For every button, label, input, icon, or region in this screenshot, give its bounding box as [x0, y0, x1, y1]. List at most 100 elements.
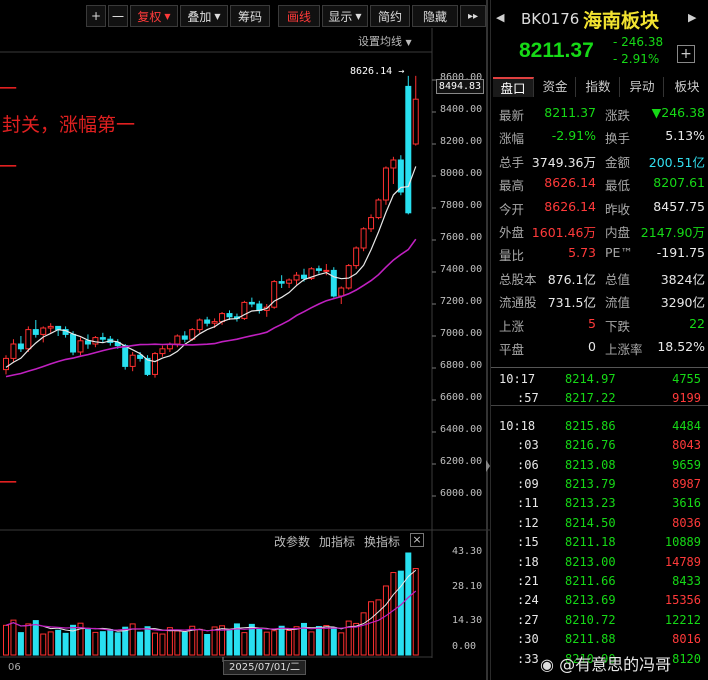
volume-bar [308, 631, 315, 656]
tick-row[interactable]: :12 8214.50 8036 [491, 514, 708, 533]
stock-code: BK0176 [521, 10, 580, 28]
tab-zhishu[interactable]: 指数 [577, 77, 620, 97]
chevron-down-icon: ▼ [164, 11, 171, 21]
price-axis-label: 7400.00 [440, 264, 483, 275]
volume-bar [137, 631, 144, 656]
stat-value: 5.13% [665, 128, 705, 144]
chevron-left-icon[interactable]: ◀ [496, 11, 504, 24]
tab-bankuai[interactable]: 板块 [665, 77, 708, 97]
candle-body [181, 335, 188, 340]
candle-body [368, 217, 375, 230]
volume-bar [144, 626, 151, 656]
tick-row[interactable]: :15 8211.18 10889 [491, 533, 708, 552]
volume-bar [323, 625, 330, 656]
volume-bar [390, 572, 397, 656]
tick-volume: 8120 [672, 651, 701, 666]
stat-label: 最高 [499, 178, 525, 194]
tick-time: :30 [517, 632, 539, 647]
volume-bar [107, 629, 114, 656]
stat-value: 1601.46万 [531, 225, 596, 240]
tick-row[interactable]: 10:18 8215.86 4484 [491, 417, 708, 436]
volume-bar [32, 620, 39, 656]
tab-zijin[interactable]: 资金 [535, 77, 576, 97]
fuquan-dropdown[interactable]: 复权 ▼ [130, 5, 178, 27]
volume-bar [271, 630, 278, 656]
stat-label: 上涨率 [605, 342, 643, 357]
kline-chart[interactable] [0, 0, 490, 680]
yincang-button[interactable]: 隐藏 [412, 5, 458, 27]
stat-label: PE™ [605, 245, 633, 261]
chouma-button[interactable]: 筹码 [230, 5, 270, 27]
tick-price: 8210.72 [565, 612, 616, 627]
candle-body [92, 337, 99, 345]
tick-time: :24 [517, 593, 539, 608]
diejia-label: 叠加 [187, 9, 212, 24]
stat-row: 涨幅 -2.91% 换手 5.13% [491, 125, 708, 148]
close-icon[interactable]: × [410, 533, 424, 547]
stock-name: 海南板块 [583, 10, 660, 32]
volume-bar [226, 629, 233, 656]
stat-row: 量比 5.73 PE™ -191.75 [491, 242, 708, 265]
zoom-in-button[interactable]: + [86, 5, 106, 27]
tab-yidong[interactable]: 异动 [621, 77, 664, 97]
tick-time: :15 [517, 535, 539, 550]
volume-bar [382, 585, 389, 656]
watermark: ◉ @有意思的冯哥 [540, 651, 671, 675]
tick-row[interactable]: 10:17 8214.97 4755 [491, 370, 708, 389]
stat-row: 总股本 876.1亿 总值 3824亿 [491, 266, 708, 289]
arrow-right-icon: → [398, 66, 405, 77]
volume-bar [256, 628, 263, 656]
tick-row[interactable]: :24 8213.69 15356 [491, 591, 708, 610]
tick-row[interactable]: :27 8210.72 12212 [491, 611, 708, 630]
tick-row[interactable]: :11 8213.23 3616 [491, 494, 708, 513]
stat-row: 今开 8626.14 昨收 8457.75 [491, 196, 708, 219]
price-axis-label: 6800.00 [440, 360, 483, 371]
volume-axis-label: 28.10 [452, 581, 483, 592]
diejia-dropdown[interactable]: 叠加 ▼ [180, 5, 228, 27]
volume-bar [92, 631, 99, 656]
volume-axis-label: 14.30 [452, 615, 483, 626]
more-arrows-icon[interactable]: ▸▸ [460, 5, 486, 27]
zoom-out-button[interactable]: 一 [108, 5, 128, 27]
candle-body [211, 321, 218, 324]
huaxian-button[interactable]: 画线 [278, 5, 320, 27]
stat-label: 今开 [499, 201, 525, 217]
candle-body [248, 301, 255, 305]
stat-row: 外盘 1601.46万 内盘 2147.90万 [491, 219, 708, 242]
add-indicator-button[interactable]: 加指标 [319, 533, 355, 550]
jianyue-button[interactable]: 简约 [370, 5, 410, 27]
stat-value: 2147.90万 [640, 225, 705, 240]
tick-time: 10:17 [499, 372, 536, 386]
tick-row[interactable]: :30 8211.88 8016 [491, 630, 708, 649]
stat-value: 8626.14 [544, 175, 596, 191]
add-to-watchlist-icon[interactable]: + [677, 45, 695, 63]
tick-price: 8211.18 [565, 535, 616, 550]
chevron-down-icon: ▼ [405, 38, 412, 47]
tick-row[interactable]: :18 8213.00 14789 [491, 553, 708, 572]
candle-body [293, 274, 300, 281]
stat-value: 8207.61 [653, 175, 705, 191]
candle-body [3, 357, 9, 371]
stock-price: 8211.37 [519, 39, 594, 62]
tick-row[interactable]: :21 8211.66 8433 [491, 572, 708, 591]
stat-label: 总手 [499, 154, 525, 170]
volume-bar [70, 624, 77, 656]
volume-bar [122, 626, 129, 656]
tick-row[interactable]: :03 8216.76 8043 [491, 436, 708, 455]
tick-row[interactable]: :09 8213.79 8987 [491, 475, 708, 494]
tick-row[interactable]: :06 8213.08 9659 [491, 456, 708, 475]
switch-indicator-button[interactable]: 换指标 [364, 533, 400, 550]
tab-pankou[interactable]: 盘口 [493, 77, 534, 97]
stat-value: 8211.37 [544, 105, 596, 120]
volume-bar [159, 633, 166, 656]
edit-params-button[interactable]: 改参数 [274, 533, 310, 550]
volume-bar [412, 568, 419, 656]
chevron-right-icon[interactable]: ▶ [688, 11, 696, 24]
tick-price: 8213.08 [565, 457, 616, 472]
xianshi-label: 显示 [328, 9, 353, 24]
xianshi-dropdown[interactable]: 显示 ▼ [322, 5, 368, 27]
volume-bar [353, 622, 360, 656]
ma-settings-dropdown[interactable]: 设置均线 ▼ [358, 33, 412, 49]
candle-body [286, 279, 293, 284]
candle-body [405, 85, 412, 214]
